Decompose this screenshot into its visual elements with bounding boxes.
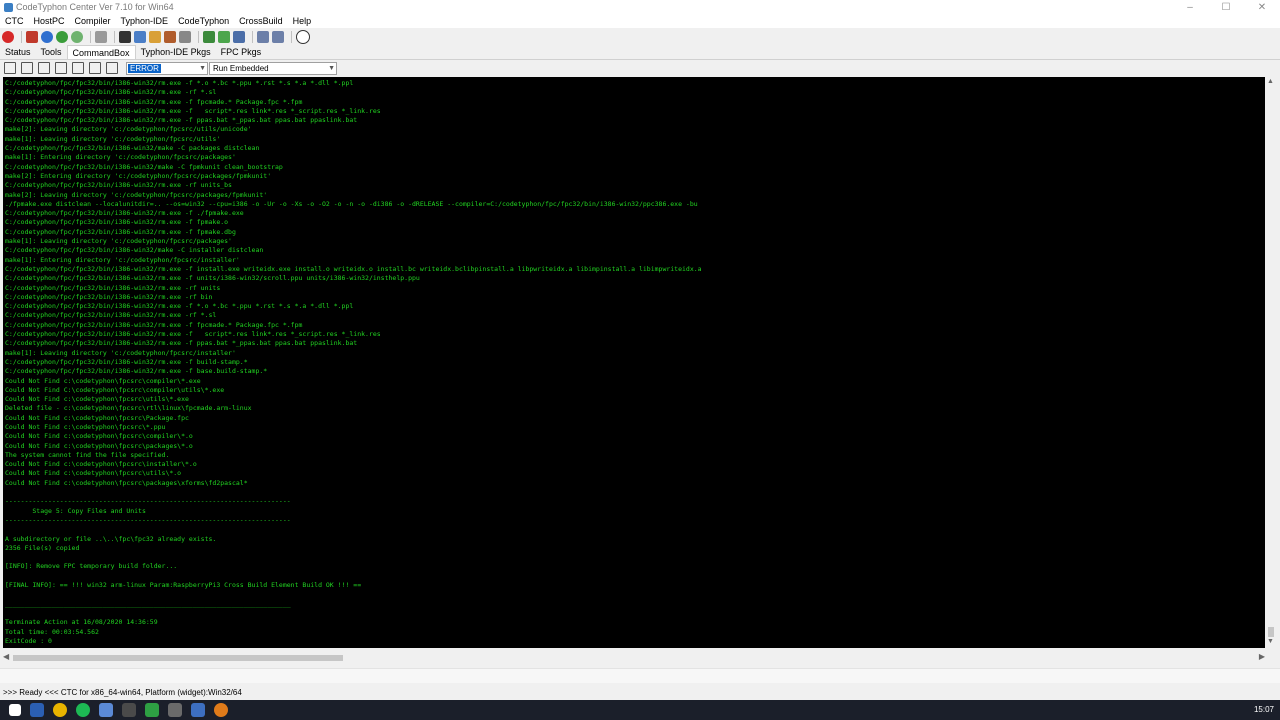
compile-icon[interactable]: [203, 31, 215, 43]
maximize-button[interactable]: ☐: [1208, 0, 1244, 15]
scroll-down-icon[interactable]: ▼: [1267, 638, 1274, 645]
windows-start-icon[interactable]: [9, 704, 21, 716]
folder-icon[interactable]: [134, 31, 146, 43]
clock: 15:07: [1253, 705, 1274, 714]
refresh-icon[interactable]: [71, 31, 83, 43]
scroll-left-icon[interactable]: ◀: [3, 652, 9, 661]
text-icon[interactable]: [72, 62, 84, 74]
settings-icon[interactable]: [179, 31, 191, 43]
tab-fpc-pkgs[interactable]: FPC Pkgs: [216, 45, 267, 59]
menu-typhon-ide[interactable]: Typhon-IDE: [116, 15, 174, 28]
clear-icon[interactable]: [4, 62, 16, 74]
console-text: C:/codetyphon/fpc/fpc32/bin/i386-win32/r…: [5, 79, 702, 645]
font-icon[interactable]: [55, 62, 67, 74]
download-icon[interactable]: [233, 31, 245, 43]
scroll-up-icon[interactable]: ▲: [1267, 78, 1274, 85]
command-output-console[interactable]: C:/codetyphon/fpc/fpc32/bin/i386-win32/r…: [3, 77, 1265, 648]
app-icon: [4, 3, 13, 12]
command-input-bar[interactable]: [0, 668, 1280, 683]
run-icon[interactable]: [56, 31, 68, 43]
menu-hostpc[interactable]: HostPC: [29, 15, 70, 28]
toolbar-separator: [21, 31, 22, 43]
toolbar-separator: [198, 31, 199, 43]
app-launcher-icon[interactable]: [30, 703, 44, 717]
menu-codetyphon[interactable]: CodeTyphon: [173, 15, 234, 28]
export-icon[interactable]: [272, 31, 284, 43]
stop-icon[interactable]: [2, 31, 14, 43]
taskbar: 15:07: [0, 700, 1280, 720]
info-icon[interactable]: [41, 31, 53, 43]
chevron-down-icon: ▼: [199, 65, 206, 72]
tab-status[interactable]: Status: [0, 45, 36, 59]
forward-icon[interactable]: [106, 62, 118, 74]
menu-bar: CTC HostPC Compiler Typhon-IDE CodeTypho…: [0, 15, 1280, 28]
terminal-icon[interactable]: [122, 703, 136, 717]
codetyphon-icon[interactable]: [214, 703, 228, 717]
files-icon[interactable]: [168, 703, 182, 717]
music-icon[interactable]: [76, 703, 90, 717]
power-icon[interactable]: [296, 30, 310, 44]
minimize-button[interactable]: –: [1172, 0, 1208, 15]
mode-select[interactable]: Run Embedded ▼: [209, 62, 337, 75]
status-bar: >>> Ready <<< CTC for x86_64-win64, Plat…: [3, 688, 242, 697]
close-button[interactable]: ✕: [1244, 0, 1280, 15]
menu-compiler[interactable]: Compiler: [70, 15, 116, 28]
tab-typhon-ide-pkgs[interactable]: Typhon-IDE Pkgs: [136, 45, 216, 59]
layers-icon[interactable]: [257, 31, 269, 43]
horizontal-scroll-thumb[interactable]: [13, 655, 343, 661]
paste-icon[interactable]: [38, 62, 50, 74]
menu-help[interactable]: Help: [288, 15, 317, 28]
toolbar-separator: [90, 31, 91, 43]
main-toolbar: [0, 29, 1280, 45]
filter-select[interactable]: ERROR ▼: [126, 62, 208, 75]
toolbar-separator: [252, 31, 253, 43]
scroll-right-icon[interactable]: ▶: [1259, 652, 1265, 661]
monitor-icon[interactable]: [191, 703, 205, 717]
chevron-down-icon: ▼: [328, 65, 335, 72]
build-icon[interactable]: [26, 31, 38, 43]
horizontal-scrollbar[interactable]: ◀ ▶: [3, 652, 1265, 664]
toolbar-separator: [114, 31, 115, 43]
save-icon[interactable]: [119, 31, 131, 43]
mode-value: Run Embedded: [213, 64, 269, 73]
filter-value: ERROR: [128, 64, 161, 73]
toolbar-separator: [291, 31, 292, 43]
browser-icon[interactable]: [53, 703, 67, 717]
back-icon[interactable]: [89, 62, 101, 74]
title-bar: CodeTyphon Center Ver 7.10 for Win64 – ☐…: [0, 0, 1280, 15]
tab-tools[interactable]: Tools: [36, 45, 67, 59]
vertical-scrollbar[interactable]: ▲ ▼: [1265, 77, 1277, 648]
link-icon[interactable]: [218, 31, 230, 43]
settings-taskbar-icon[interactable]: [99, 703, 113, 717]
menu-crossbuild[interactable]: CrossBuild: [234, 15, 288, 28]
vertical-scroll-thumb[interactable]: [1268, 627, 1274, 637]
edit-icon[interactable]: [149, 31, 161, 43]
tab-commandbox[interactable]: CommandBox: [66, 45, 136, 59]
tools-icon[interactable]: [164, 31, 176, 43]
cut-icon[interactable]: [95, 31, 107, 43]
tab-bar: Status Tools CommandBox Typhon-IDE Pkgs …: [0, 45, 1280, 60]
window-title: CodeTyphon Center Ver 7.10 for Win64: [16, 2, 174, 12]
menu-ctc[interactable]: CTC: [0, 15, 29, 28]
copy-icon[interactable]: [21, 62, 33, 74]
excel-icon[interactable]: [145, 703, 159, 717]
